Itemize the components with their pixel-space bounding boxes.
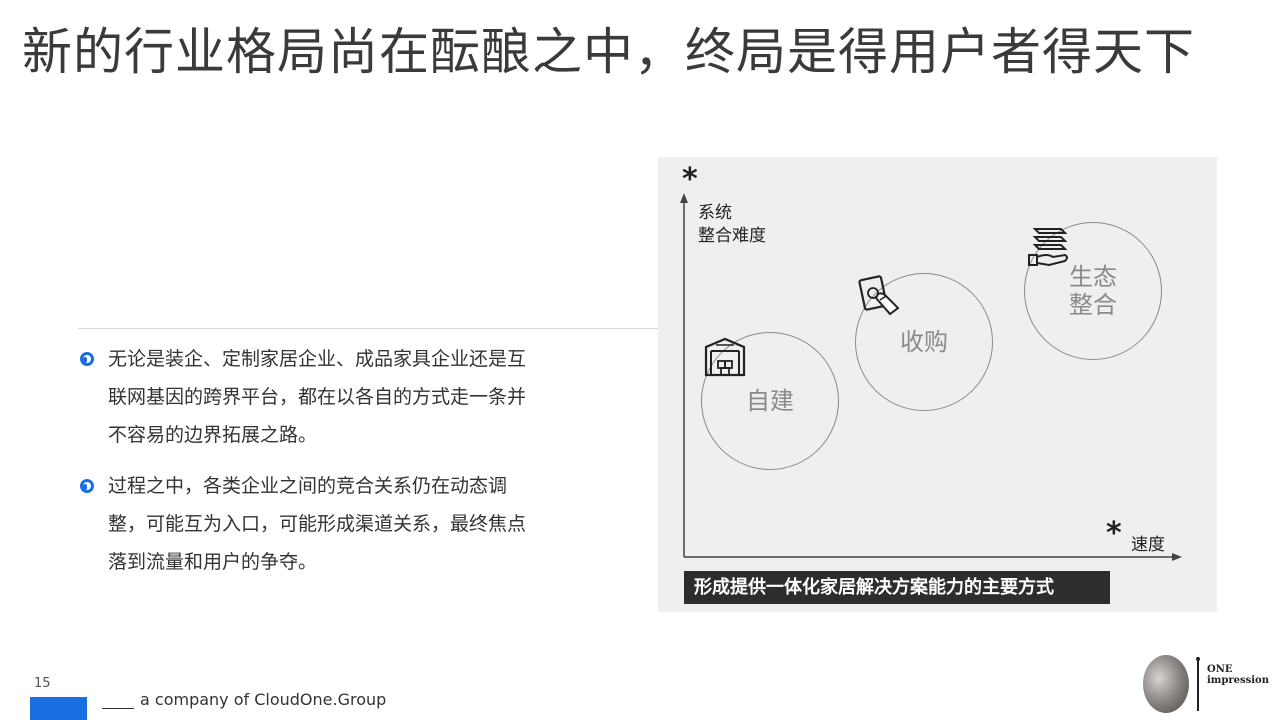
hand-money-icon: [858, 275, 900, 316]
circle-ecosystem: 生态 整合: [1024, 222, 1162, 360]
warehouse-icon: [704, 337, 746, 377]
y-axis-label: 系统 整合难度: [698, 203, 766, 246]
logo-text: ONE impression: [1207, 664, 1269, 686]
bullet-text: 无论是装企、定制家居企业、成品家具企业还是互联网基因的跨界平台，都在以各自的方式…: [108, 348, 527, 446]
logo-divider: [1197, 657, 1199, 711]
circle-label: 生态 整合: [1069, 263, 1117, 319]
circle-self-build: 自建: [701, 332, 839, 470]
diagram-caption: 形成提供一体化家居解决方案能力的主要方式: [684, 571, 1110, 604]
x-axis-asterisk: *: [1106, 516, 1122, 551]
circle-acquisition: 收购: [855, 273, 993, 411]
bullet-marker-icon: [80, 479, 94, 493]
logo-line2: impression: [1207, 675, 1270, 686]
y-axis-asterisk: *: [682, 162, 698, 197]
bullet-item: 无论是装企、定制家居企业、成品家具企业还是互联网基因的跨界平台，都在以各自的方式…: [78, 340, 538, 454]
footer-accent-block: [30, 697, 87, 720]
bullet-marker-icon: [80, 352, 94, 366]
footer-rule: [102, 708, 134, 709]
strategy-diagram: * 系统 整合难度 * 速度 自建 收购 生态 整合 形成提供一体化家居解决方案…: [658, 157, 1217, 612]
logo-line1: ONE: [1207, 664, 1233, 675]
footer-company: a company of CloudOne.Group: [140, 690, 387, 709]
circle-label: 收购: [900, 328, 948, 356]
logo-mark: [1143, 655, 1189, 713]
page-number: 15: [34, 676, 51, 691]
slide-title: 新的行业格局尚在酝酿之中，终局是得用户者得天下: [22, 23, 1195, 81]
logo-dot: [1196, 657, 1200, 661]
bullet-text: 过程之中，各类企业之间的竞合关系仍在动态调整，可能互为入口，可能形成渠道关系，最…: [108, 475, 527, 573]
bullet-item: 过程之中，各类企业之间的竞合关系仍在动态调整，可能互为入口，可能形成渠道关系，最…: [78, 467, 538, 581]
bullet-list: 无论是装企、定制家居企业、成品家具企业还是互联网基因的跨界平台，都在以各自的方式…: [78, 340, 538, 594]
circle-label: 自建: [746, 387, 794, 415]
hand-layers-icon: [1028, 228, 1068, 267]
divider-line: [78, 328, 660, 329]
x-axis-label: 速度: [1131, 535, 1165, 555]
